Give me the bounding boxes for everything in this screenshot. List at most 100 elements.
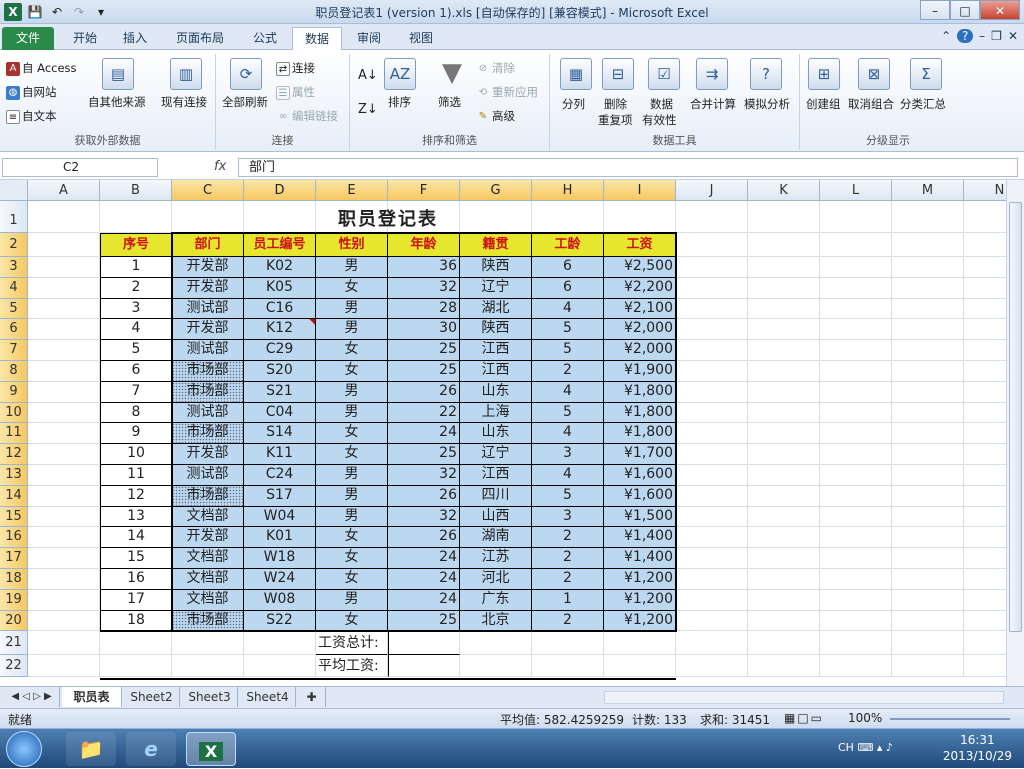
data-cell[interactable]: S21 [244,381,316,403]
header-cell[interactable]: 员工编号 [244,233,316,257]
grid-cell[interactable] [964,340,1006,361]
horizontal-scrollbar[interactable] [604,691,1004,704]
from-access-button[interactable]: A自 Access [6,60,77,76]
grid-cell[interactable] [964,507,1006,528]
sort-button[interactable]: 排序 [388,94,411,110]
grid-cell[interactable] [172,631,244,656]
grid-cell[interactable] [820,631,892,656]
grid-cell[interactable] [964,631,1006,656]
data-cell[interactable]: 男 [316,506,388,528]
row-header[interactable]: 20 [0,610,28,632]
grid-cell[interactable] [964,527,1006,549]
header-cell[interactable]: 部门 [172,233,244,257]
grid-cell[interactable] [748,631,820,656]
grid-cell[interactable] [748,381,820,403]
data-cell[interactable]: ¥1,400 [604,548,676,569]
grid-cell[interactable] [748,444,820,465]
data-cell[interactable]: 湖北 [460,298,532,320]
data-cell[interactable]: C16 [244,298,316,320]
data-cell[interactable]: 江西 [460,361,532,382]
data-cell[interactable]: 13 [100,506,172,528]
grid-cell[interactable] [676,610,748,632]
data-cell[interactable]: 女 [316,423,388,445]
data-cell[interactable]: 测试部 [172,402,244,424]
data-cell[interactable]: 河北 [460,569,532,590]
view-buttons[interactable]: ▦□▭ [784,711,824,725]
tab-file[interactable]: 文件 [2,27,54,50]
tab-home[interactable]: 开始 [64,27,106,50]
grid-cell[interactable] [28,423,100,445]
data-cell[interactable]: 测试部 [172,298,244,320]
grid-cell[interactable] [676,340,748,361]
advanced-button[interactable]: ✎ 高级 [476,108,515,124]
column-header[interactable]: F [388,180,460,201]
data-cell[interactable]: 25 [388,444,460,465]
grid-cell[interactable] [28,298,100,320]
data-cell[interactable]: 2 [532,527,604,549]
data-cell[interactable]: 3 [532,444,604,465]
grid-cell[interactable] [820,319,892,341]
data-cell[interactable]: 2 [532,361,604,382]
grid-cell[interactable] [820,361,892,382]
group-button[interactable]: 创建组 [806,96,841,112]
data-cell[interactable]: 开发部 [172,277,244,299]
row-header[interactable]: 16 [0,527,28,549]
what-if-analysis-button[interactable]: 模拟分析 [744,96,790,112]
column-header[interactable]: L [820,180,892,201]
window-minimize-icon[interactable]: – [979,29,985,43]
data-cell[interactable]: 江西 [460,465,532,486]
grid-cell[interactable] [820,610,892,632]
data-cell[interactable]: 开发部 [172,319,244,341]
grid-cell[interactable] [748,569,820,590]
data-cell[interactable]: 1 [532,589,604,611]
excel-taskbar-icon[interactable]: X [186,732,236,766]
data-cell[interactable]: 男 [316,465,388,486]
data-cell[interactable]: C24 [244,465,316,486]
remove-duplicates-button[interactable]: 删除 [604,96,627,112]
grid-cell[interactable] [748,423,820,445]
data-cell[interactable]: 22 [388,402,460,424]
grid-cell[interactable] [964,257,1006,278]
grid-cell[interactable] [676,257,748,278]
grid-cell[interactable] [28,548,100,569]
grid-cell[interactable] [964,233,1006,257]
grid-cell[interactable] [28,589,100,611]
row-header[interactable]: 1 [0,201,28,233]
grid-cell[interactable] [748,257,820,278]
data-cell[interactable]: 7 [100,381,172,403]
data-cell[interactable]: 5 [532,402,604,424]
window-close-icon[interactable]: ✕ [1008,29,1018,43]
grid-cell[interactable] [964,403,1006,424]
data-cell[interactable]: 26 [388,485,460,507]
data-cell[interactable]: ¥2,000 [604,319,676,341]
grid-cell[interactable] [748,298,820,320]
data-cell[interactable]: 市场部 [172,610,244,632]
data-cell[interactable]: 32 [388,277,460,299]
data-cell[interactable]: S22 [244,610,316,632]
grid-cell[interactable] [676,569,748,590]
grid-cell[interactable] [892,257,964,278]
grid-cell[interactable] [676,655,748,678]
header-cell[interactable]: 序号 [100,233,172,257]
data-cell[interactable]: 山东 [460,423,532,445]
grid-cell[interactable] [748,319,820,341]
minimize-button[interactable]: – [920,0,950,20]
grid-cell[interactable] [28,233,100,257]
subtotal-button[interactable]: 分类汇总 [900,96,946,112]
data-cell[interactable]: 3 [100,298,172,320]
grid-cell[interactable] [28,631,100,656]
data-cell[interactable]: 女 [316,610,388,632]
row-header[interactable]: 17 [0,548,28,569]
grid-cell[interactable] [964,611,1006,632]
data-cell[interactable]: W08 [244,589,316,611]
data-cell[interactable]: ¥2,200 [604,277,676,299]
column-header[interactable]: A [28,180,100,201]
grid-cell[interactable] [676,589,748,611]
data-cell[interactable]: 24 [388,423,460,445]
grid-cell[interactable] [892,402,964,424]
window-restore-icon[interactable]: ❐ [991,29,1002,43]
data-cell[interactable]: S17 [244,485,316,507]
grid-cell[interactable] [172,655,244,678]
total-value-cell[interactable] [388,631,460,656]
sheet-tab-sheet4[interactable]: Sheet4 [240,687,296,707]
